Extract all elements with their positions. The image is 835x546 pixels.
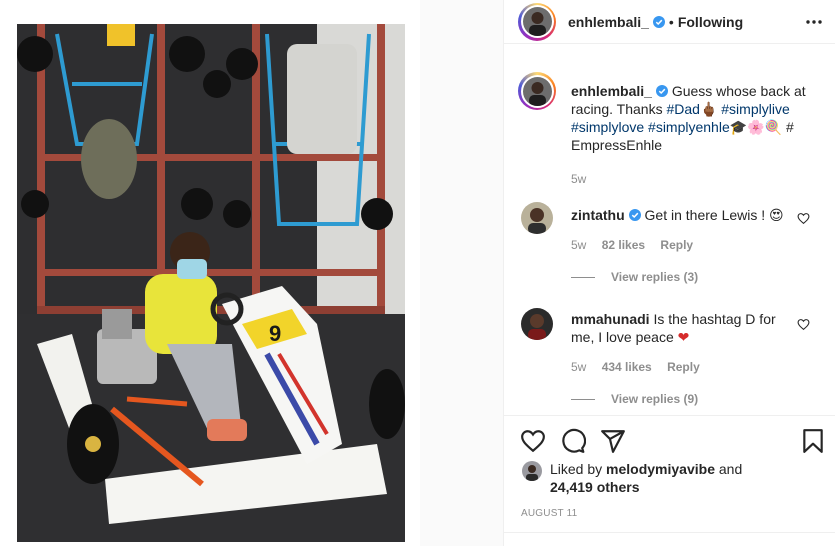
- comment-time[interactable]: 5w: [571, 238, 586, 252]
- comment-likes[interactable]: 434 likes: [602, 360, 652, 374]
- verified-badge-icon: [628, 209, 641, 221]
- view-replies-label: View replies (3): [611, 270, 699, 284]
- view-replies-button[interactable]: View replies (9): [571, 392, 698, 406]
- photo-pane: 9: [0, 0, 420, 546]
- caption-text: enhlembali_ Guess whose back at racing. …: [571, 82, 821, 154]
- liked-by: Liked by melodymiyavibe and 24,419 other…: [522, 460, 742, 496]
- commenter-avatar[interactable]: [521, 308, 553, 340]
- comment-time[interactable]: 5w: [571, 360, 586, 374]
- red-heart-emoji: ❤: [677, 329, 690, 345]
- comment-meta: 5w 434 likes Reply: [571, 360, 712, 374]
- liked-by-suffix: and: [714, 461, 743, 477]
- commenter-avatar-image: [521, 202, 553, 234]
- post-sidebar: enhlembali_ • Following enhlembali_ Gues…: [503, 0, 835, 546]
- post-actions: Liked by melodymiyavibe and 24,419 other…: [504, 415, 835, 546]
- comment-text: mmahunadi Is the hashtag D for me, I lov…: [571, 310, 781, 346]
- caption-tail: EmpressEnhle: [571, 137, 663, 153]
- comment-like-heart-icon[interactable]: [797, 318, 810, 331]
- post-date[interactable]: AUGUST 11: [521, 508, 577, 519]
- comment-text: zintathu Get in there Lewis ! 😍: [571, 206, 801, 224]
- hashtag-simplylove[interactable]: #simplylove: [571, 119, 644, 135]
- caption-time[interactable]: 5w: [571, 172, 586, 186]
- liked-by-count[interactable]: 24,419 others: [550, 479, 640, 495]
- comment-like-heart-icon[interactable]: [797, 212, 810, 225]
- share-icon[interactable]: [600, 428, 626, 454]
- caption-username[interactable]: enhlembali_: [571, 83, 652, 99]
- more-horizontal-icon[interactable]: [804, 12, 824, 32]
- caption-emoji-1: 🖕🏾: [699, 101, 718, 117]
- liker-avatar-image: [522, 461, 542, 481]
- comment-username[interactable]: mmahunadi: [571, 311, 650, 327]
- post-photo[interactable]: 9: [17, 24, 405, 542]
- verified-badge-icon: [652, 15, 665, 28]
- liker-avatar[interactable]: [522, 461, 542, 481]
- comment-reply-button[interactable]: Reply: [660, 238, 693, 252]
- author-username[interactable]: enhlembali_: [568, 14, 649, 30]
- heart-icon[interactable]: [520, 428, 546, 454]
- commenter-avatar[interactable]: [521, 202, 553, 234]
- author-avatar[interactable]: [518, 2, 556, 41]
- caption-emoji-2: 🎓🌸🍭: [729, 119, 783, 135]
- view-replies-button[interactable]: View replies (3): [571, 270, 698, 284]
- caption-avatar[interactable]: [518, 72, 556, 110]
- hashtag-simplyenhle[interactable]: #simplyenhle: [648, 119, 730, 135]
- caption-hash: #: [785, 119, 794, 135]
- liked-by-text: Liked by melodymiyavibe and 24,419 other…: [550, 460, 742, 496]
- liked-by-user[interactable]: melodymiyavibe: [606, 461, 715, 477]
- hashtag-simplylive[interactable]: #simplylive: [721, 101, 789, 117]
- caption-avatar-image: [522, 76, 552, 106]
- view-replies-label: View replies (9): [611, 392, 699, 406]
- bookmark-icon[interactable]: [800, 428, 826, 454]
- commenter-avatar-image: [521, 308, 553, 340]
- comment-username[interactable]: zintathu: [571, 207, 625, 223]
- comment-meta: 5w 82 likes Reply: [571, 238, 705, 252]
- hashtag-dad[interactable]: #Dad: [666, 101, 699, 117]
- view-replies-line: [571, 276, 595, 278]
- kart-number: 9: [269, 321, 281, 346]
- view-replies-line: [571, 398, 595, 400]
- divider: [504, 532, 835, 533]
- comment-likes[interactable]: 82 likes: [602, 238, 645, 252]
- verified-badge-icon: [655, 85, 668, 97]
- comment-icon[interactable]: [560, 428, 586, 454]
- post-header: enhlembali_ • Following: [504, 0, 835, 44]
- author-avatar-image: [522, 7, 552, 36]
- comment-body: Get in there Lewis ! 😍: [644, 207, 784, 223]
- liked-by-prefix: Liked by: [550, 461, 607, 477]
- post-photo-art: 9: [17, 24, 405, 542]
- following-button[interactable]: Following: [678, 14, 743, 30]
- separator-dot: •: [668, 13, 674, 30]
- comment-reply-button[interactable]: Reply: [667, 360, 700, 374]
